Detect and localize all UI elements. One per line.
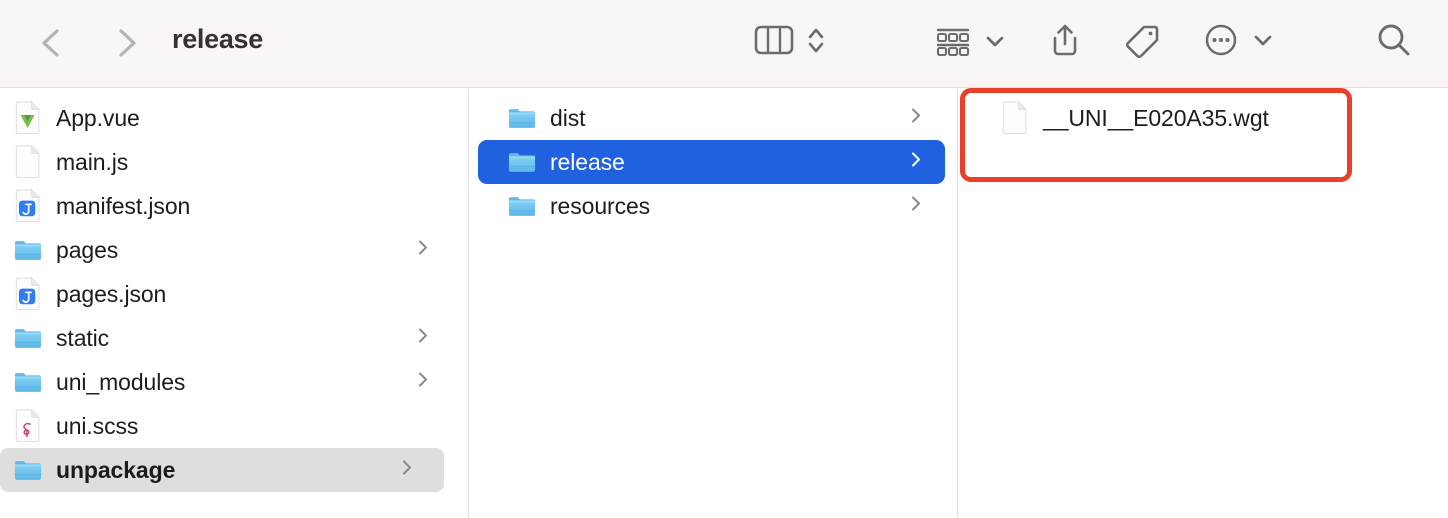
group-items-icon xyxy=(932,21,974,64)
finder-window: release App.vue main.js manifest.json pa… xyxy=(0,0,1448,518)
finder-toolbar: release xyxy=(0,0,1448,88)
item-label: pages xyxy=(56,236,119,263)
folder-icon xyxy=(508,189,536,223)
file-row[interactable]: pages.json xyxy=(0,272,460,316)
back-button[interactable] xyxy=(29,20,75,66)
search-icon xyxy=(1372,18,1416,67)
disclosure-chevron-icon[interactable] xyxy=(416,238,430,263)
disclosure-chevron-icon[interactable] xyxy=(416,326,430,351)
share-icon xyxy=(1044,19,1086,66)
forward-button[interactable] xyxy=(103,20,149,66)
column-view-icon xyxy=(752,21,796,64)
disclosure-chevron-icon[interactable] xyxy=(909,194,923,219)
disclosure-chevron-icon[interactable] xyxy=(416,370,430,395)
file-row[interactable]: manifest.json xyxy=(0,184,460,228)
folder-row[interactable]: pages xyxy=(0,228,460,272)
ellipsis-circle-icon xyxy=(1200,19,1242,66)
blank-file-icon xyxy=(1001,101,1029,135)
browser-column-3[interactable]: __UNI__E020A35.wgt xyxy=(959,89,1448,518)
file-row[interactable]: App.vue xyxy=(0,96,460,140)
item-label: uni_modules xyxy=(56,368,186,395)
item-label: release xyxy=(550,148,625,175)
vue-file-icon xyxy=(14,101,42,135)
item-label: uni.scss xyxy=(56,412,139,439)
folder-icon xyxy=(14,365,42,399)
file-row[interactable]: uni.scss xyxy=(0,404,460,448)
folder-row[interactable]: uni_modules xyxy=(0,360,460,404)
scss-file-icon xyxy=(14,409,42,443)
disclosure-chevron-icon[interactable] xyxy=(909,150,923,175)
disclosure-chevron-icon[interactable] xyxy=(909,106,923,131)
chevron-down-icon[interactable] xyxy=(1250,21,1276,64)
search-button[interactable] xyxy=(1372,14,1416,70)
folder-row[interactable]: unpackage xyxy=(0,448,444,492)
chevron-up-down-icon[interactable] xyxy=(804,21,828,64)
browser-column-2[interactable]: dist release resources xyxy=(470,89,958,518)
file-row[interactable]: __UNI__E020A35.wgt xyxy=(967,96,1436,140)
folder-icon xyxy=(14,321,42,355)
tag-icon xyxy=(1120,19,1164,66)
folder-icon xyxy=(508,101,536,135)
folder-row[interactable]: resources xyxy=(478,184,945,228)
column-3-list: __UNI__E020A35.wgt xyxy=(959,89,1448,140)
more-options-button[interactable] xyxy=(1200,14,1276,70)
item-label: __UNI__E020A35.wgt xyxy=(1043,104,1269,131)
browser-column-1[interactable]: App.vue main.js manifest.json pages pages.js… xyxy=(0,89,469,518)
item-label: manifest.json xyxy=(56,192,191,219)
blank-file-icon xyxy=(14,145,42,179)
column-1-list: App.vue main.js manifest.json pages pages.js… xyxy=(0,89,468,492)
json-file-icon xyxy=(14,277,42,311)
folder-row[interactable]: static xyxy=(0,316,460,360)
file-row[interactable]: main.js xyxy=(0,140,460,184)
item-label: pages.json xyxy=(56,280,167,307)
window-title: release xyxy=(172,24,263,54)
folder-icon xyxy=(14,233,42,267)
group-button[interactable] xyxy=(932,14,1008,70)
column-2-list: dist release resources xyxy=(470,89,957,228)
item-label: static xyxy=(56,324,110,351)
item-label: main.js xyxy=(56,148,129,175)
item-label: resources xyxy=(550,192,651,219)
share-button[interactable] xyxy=(1044,14,1086,70)
json-file-icon xyxy=(14,189,42,223)
folder-icon xyxy=(14,453,42,487)
chevron-down-icon[interactable] xyxy=(982,21,1008,64)
item-label: App.vue xyxy=(56,104,140,131)
column-browser: App.vue main.js manifest.json pages pages.js… xyxy=(0,89,1448,518)
item-label: dist xyxy=(550,104,586,131)
view-mode-button[interactable] xyxy=(752,14,828,70)
folder-row[interactable]: dist xyxy=(478,96,945,140)
folder-icon xyxy=(508,145,536,179)
folder-row[interactable]: release xyxy=(478,140,945,184)
tag-button[interactable] xyxy=(1120,14,1164,70)
disclosure-chevron-icon[interactable] xyxy=(400,458,414,483)
item-label: unpackage xyxy=(56,456,176,483)
